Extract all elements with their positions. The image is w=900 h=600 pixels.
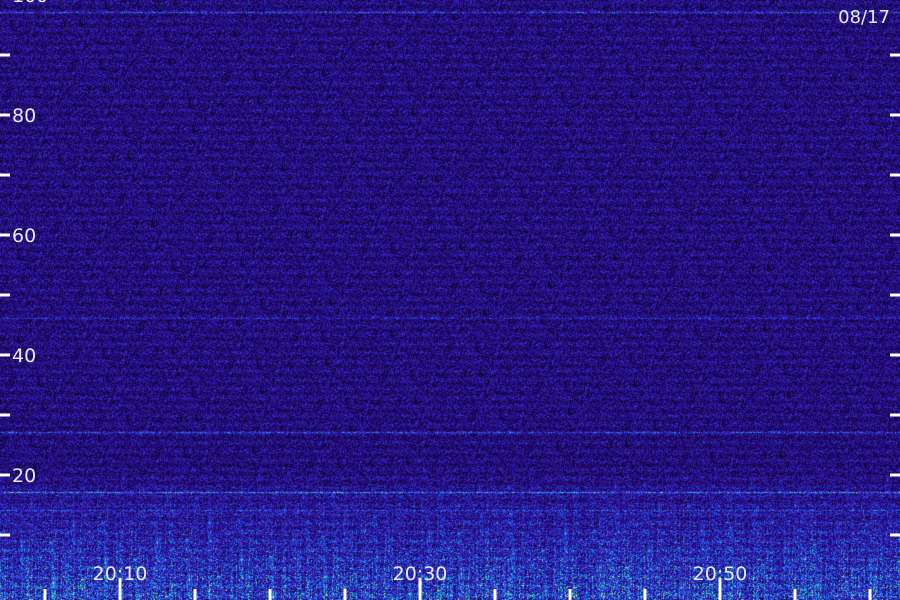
x-tick-label: 20:30 [393, 563, 448, 585]
x-axis: 20:10 20:30 20:50 [43, 563, 872, 600]
axes-overlay: 20 40 60 80 100 20:10 20:30 20:50 08/17 [0, 0, 900, 600]
y-tick-label: 80 [12, 105, 36, 127]
x-tick-label: 20:50 [693, 563, 748, 585]
y-tick-label: 100 [12, 0, 48, 7]
y-tick-label: 60 [12, 225, 36, 247]
y-tick-label: 20 [12, 465, 36, 487]
y-tick-label: 40 [12, 345, 36, 367]
date-label: 08/17 [838, 7, 890, 28]
x-tick-label: 20:10 [93, 563, 148, 585]
y-axis: 20 40 60 80 100 [0, 0, 900, 537]
